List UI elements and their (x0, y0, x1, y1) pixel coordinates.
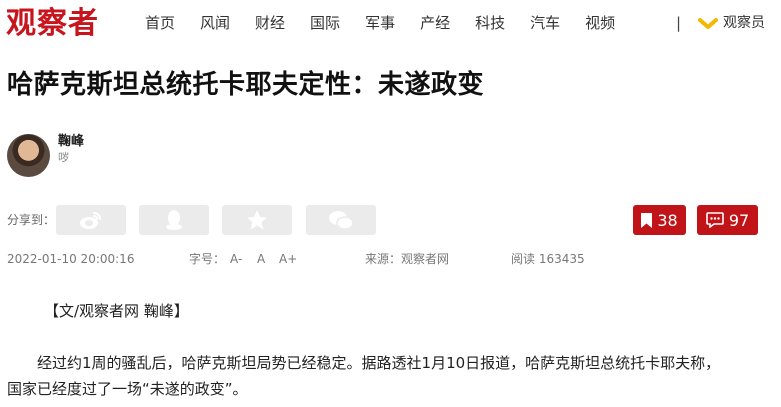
nav-item-tech[interactable]: 科技 (475, 13, 505, 33)
nav-item-finance[interactable]: 财经 (255, 13, 285, 33)
author-name[interactable]: 鞠峰 (58, 134, 84, 150)
nav-item-auto[interactable]: 汽车 (530, 13, 560, 33)
share-wechat-button[interactable] (306, 205, 376, 235)
share-qq-button[interactable] (139, 205, 209, 235)
nav-item-fengwen[interactable]: 风闻 (200, 13, 230, 33)
qq-icon (166, 210, 182, 230)
author-description: 哕 (58, 151, 69, 164)
share-qzone-button[interactable] (222, 205, 292, 235)
font-size-increase-button[interactable]: A+ (279, 251, 297, 267)
publish-date: 2022-01-10 20:00:16 (7, 252, 135, 266)
share-weibo-button[interactable] (56, 205, 126, 235)
bookmark-button[interactable]: 38 (633, 205, 686, 235)
comment-icon (706, 212, 724, 228)
wechat-icon (329, 211, 354, 230)
member-link[interactable]: 观察员 (698, 13, 765, 33)
font-size-normal-button[interactable]: A (257, 251, 265, 267)
qzone-star-icon (247, 210, 267, 230)
site-logo[interactable]: 观察者 (6, 4, 99, 44)
font-size-decrease-button[interactable]: A- (230, 251, 242, 267)
article-title: 哈萨克斯坦总统托卡耶夫定性：未遂政变 (7, 70, 485, 100)
member-label: 观察员 (723, 15, 765, 31)
bookmark-icon (641, 212, 653, 228)
share-label: 分享到： (7, 213, 56, 227)
byline-paragraph: 【文/观察者网 鞠峰】 (44, 302, 189, 320)
check-chevron-icon (698, 18, 718, 29)
nav-item-international[interactable]: 国际 (310, 13, 340, 33)
main-nav: 首页 风闻 财经 国际 军事 产经 科技 汽车 视频 (145, 13, 640, 33)
weibo-icon (80, 212, 101, 229)
font-size-label: 字号： (189, 252, 226, 266)
body-paragraph-line-2: 国家已经度过了一场“未遂的政变”。 (7, 380, 248, 398)
comment-button[interactable]: 97 (697, 205, 758, 235)
body-paragraph-line-1: 经过约1周的骚乱后，哈萨克斯坦局势已经稳定。据路透社1月10日报道，哈萨克斯坦总… (37, 354, 721, 372)
nav-item-video[interactable]: 视频 (585, 13, 615, 33)
avatar[interactable] (7, 134, 50, 177)
bookmark-count: 38 (657, 210, 678, 230)
nav-item-military[interactable]: 军事 (365, 13, 395, 33)
comment-count: 97 (728, 210, 750, 230)
nav-item-home[interactable]: 首页 (145, 13, 175, 33)
nav-separator: | (676, 14, 682, 32)
read-count: 阅读 163435 (511, 252, 585, 266)
article-source: 来源：观察者网 (365, 252, 450, 266)
nav-item-industry[interactable]: 产经 (420, 13, 450, 33)
